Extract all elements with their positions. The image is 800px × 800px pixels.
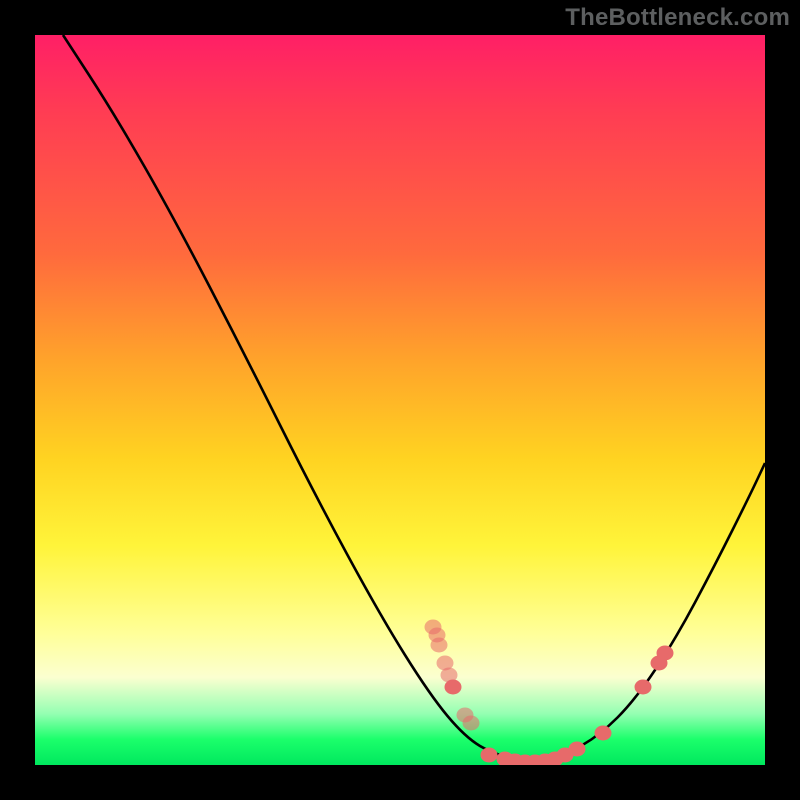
data-marker	[481, 748, 498, 763]
data-marker	[635, 680, 652, 695]
data-marker	[569, 742, 586, 757]
chart-frame: TheBottleneck.com	[0, 0, 800, 800]
data-marker	[445, 680, 462, 695]
data-marker	[463, 716, 480, 731]
marker-group	[425, 620, 674, 766]
watermark-text: TheBottleneck.com	[565, 4, 790, 32]
data-marker	[595, 726, 612, 741]
data-marker	[657, 646, 674, 661]
curve-svg	[35, 35, 765, 765]
plot-area	[35, 35, 765, 765]
data-marker	[431, 638, 448, 653]
